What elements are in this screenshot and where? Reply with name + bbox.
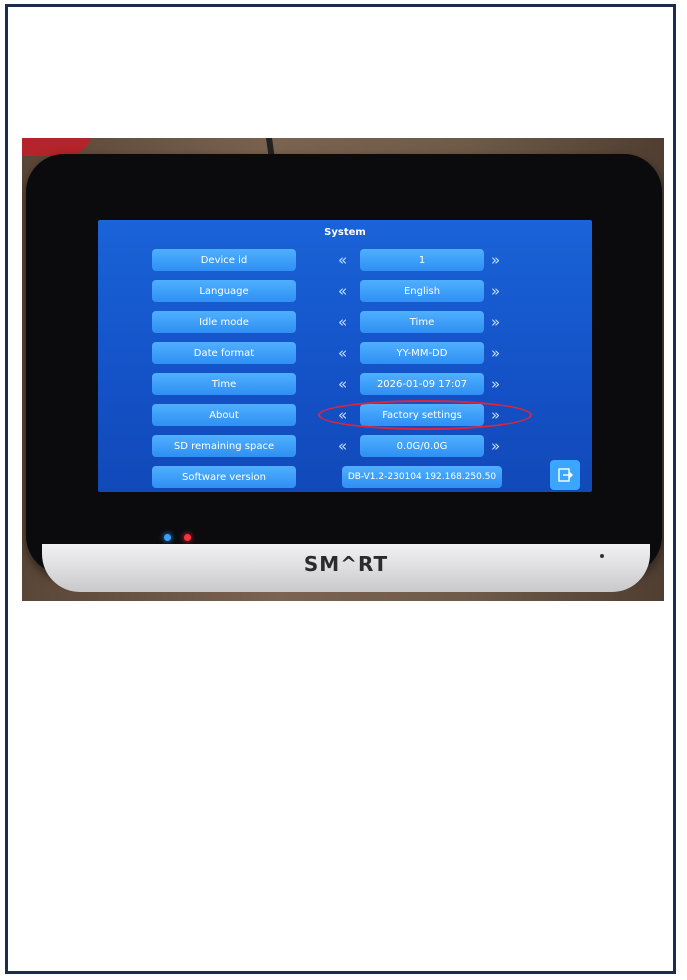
intercom-device: System Device id « 1 » Language « Englis… — [26, 154, 662, 592]
device-photo: System Device id « 1 » Language « Englis… — [22, 138, 664, 601]
exit-icon — [558, 468, 573, 482]
prev-arrow-icon[interactable]: « — [338, 249, 347, 271]
date-format-value: YY-MM-DD — [360, 342, 484, 364]
system-screen: System Device id « 1 » Language « Englis… — [98, 220, 592, 492]
next-arrow-icon[interactable]: » — [491, 311, 500, 333]
software-version-button[interactable]: Software version — [152, 466, 296, 488]
status-led-blue — [164, 534, 171, 541]
status-led-red — [184, 534, 191, 541]
prev-arrow-icon[interactable]: « — [338, 280, 347, 302]
prev-arrow-icon[interactable]: « — [338, 373, 347, 395]
date-format-button[interactable]: Date format — [152, 342, 296, 364]
idle-mode-button[interactable]: Idle mode — [152, 311, 296, 333]
screen-title: System — [324, 227, 366, 238]
software-version-value: DB-V1.2-230104 192.168.250.50 — [342, 466, 502, 488]
device-id-value: 1 — [360, 249, 484, 271]
sd-remaining-space-button[interactable]: SD remaining space — [152, 435, 296, 457]
prev-arrow-icon[interactable]: « — [338, 435, 347, 457]
time-button[interactable]: Time — [152, 373, 296, 395]
next-arrow-icon[interactable]: » — [491, 280, 500, 302]
device-id-button[interactable]: Device id — [152, 249, 296, 271]
language-value: English — [360, 280, 484, 302]
next-arrow-icon[interactable]: » — [491, 435, 500, 457]
next-arrow-icon[interactable]: » — [491, 373, 500, 395]
next-arrow-icon[interactable]: » — [491, 342, 500, 364]
language-button[interactable]: Language — [152, 280, 296, 302]
light-sensor — [600, 554, 604, 558]
sd-space-value: 0.0G/0.0G — [360, 435, 484, 457]
prev-arrow-icon[interactable]: « — [338, 311, 347, 333]
brand-logo: SM^RT — [303, 552, 389, 576]
about-button[interactable]: About — [152, 404, 296, 426]
prev-arrow-icon[interactable]: « — [338, 342, 347, 364]
device-bottom-bezel: SM^RT — [42, 544, 650, 592]
next-arrow-icon[interactable]: » — [491, 249, 500, 271]
idle-mode-value: Time — [360, 311, 484, 333]
time-value: 2026-01-09 17:07 — [360, 373, 484, 395]
exit-button[interactable] — [550, 460, 580, 490]
factory-settings-highlight — [318, 400, 532, 430]
